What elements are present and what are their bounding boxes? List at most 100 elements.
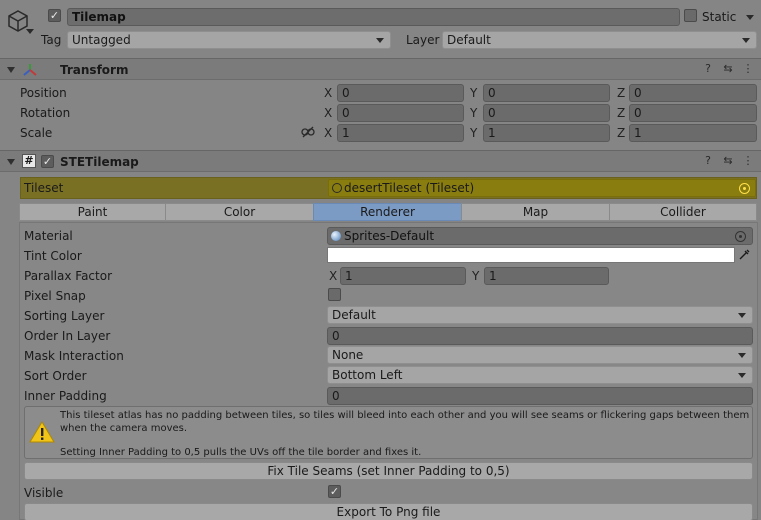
tileset-asset-icon xyxy=(332,183,342,193)
tab-map[interactable]: Map xyxy=(461,203,610,221)
kebab-menu-icon[interactable]: ⋮ xyxy=(742,155,754,167)
presets-icon[interactable]: ⇆ xyxy=(722,63,734,75)
position-y-field[interactable]: 0 xyxy=(483,84,610,102)
warning-text-1: This tileset atlas has no padding betwee… xyxy=(60,410,750,434)
parallax-y-field[interactable]: 1 xyxy=(484,267,609,285)
fix-tile-seams-label: Fix Tile Seams (set Inner Padding to 0,5… xyxy=(267,464,510,478)
tag-label: Tag xyxy=(41,33,62,47)
axis-y-label[interactable]: Y xyxy=(470,85,477,101)
sorting-layer-dropdown[interactable]: Default xyxy=(327,306,753,324)
tag-dropdown[interactable]: Untagged xyxy=(67,31,391,49)
transform-header[interactable]: Transform ? ⇆ ⋮ xyxy=(0,58,761,80)
sorting-layer-value: Default xyxy=(332,308,376,322)
axis-z-label[interactable]: Z xyxy=(617,125,625,141)
warning-text-2: Setting Inner Padding to 0,5 pulls the U… xyxy=(60,447,422,458)
axis-y-label[interactable]: Y xyxy=(470,105,477,121)
tab-map-label: Map xyxy=(522,205,549,219)
parallax-x-field[interactable]: 1 xyxy=(340,267,466,285)
object-name: Tilemap xyxy=(72,10,126,24)
tab-collider[interactable]: Collider xyxy=(609,203,757,221)
rotation-y-field[interactable]: 0 xyxy=(483,104,610,122)
axis-y-label[interactable]: Y xyxy=(472,268,479,284)
kebab-menu-icon[interactable]: ⋮ xyxy=(742,63,754,75)
component-enabled-checkbox[interactable]: ✓ xyxy=(41,155,54,168)
inner-padding-field[interactable]: 0 xyxy=(327,387,753,405)
axis-z-label[interactable]: Z xyxy=(617,105,625,121)
sort-order-dropdown[interactable]: Bottom Left xyxy=(327,366,753,384)
visible-checkbox[interactable]: ✓ xyxy=(328,485,341,498)
chevron-down-icon xyxy=(738,313,746,318)
scale-z-field[interactable]: 1 xyxy=(629,124,757,142)
position-x-value: 0 xyxy=(342,86,350,100)
chevron-down-icon xyxy=(376,38,384,43)
presets-icon[interactable]: ⇆ xyxy=(722,155,734,167)
axis-x-label[interactable]: X xyxy=(324,125,332,141)
position-x-field[interactable]: 0 xyxy=(337,84,464,102)
object-name-field[interactable]: Tilemap xyxy=(67,8,680,26)
position-label: Position xyxy=(20,86,67,100)
rotation-x-field[interactable]: 0 xyxy=(337,104,464,122)
inner-padding-label: Inner Padding xyxy=(24,389,107,403)
tab-color[interactable]: Color xyxy=(165,203,314,221)
active-toggle-checkbox[interactable]: ✓ xyxy=(48,9,61,22)
tab-paint[interactable]: Paint xyxy=(19,203,166,221)
object-picker-icon[interactable] xyxy=(735,231,746,242)
position-z-value: 0 xyxy=(634,86,642,100)
icon-dropdown-caret[interactable] xyxy=(26,29,34,34)
transform-title: Transform xyxy=(60,63,129,77)
sort-order-label: Sort Order xyxy=(24,369,87,383)
pixel-snap-checkbox[interactable] xyxy=(328,288,341,301)
material-value: Sprites-Default xyxy=(344,229,435,243)
material-field[interactable]: Sprites-Default xyxy=(327,227,753,245)
sorting-layer-label: Sorting Layer xyxy=(24,309,105,323)
axis-x-label[interactable]: X xyxy=(329,268,337,284)
position-y-value: 0 xyxy=(488,86,496,100)
order-in-layer-field[interactable]: 0 xyxy=(327,327,753,345)
parallax-x-value: 1 xyxy=(345,269,353,283)
rotation-x-value: 0 xyxy=(342,106,350,120)
warning-icon xyxy=(29,421,55,443)
scale-z-value: 1 xyxy=(634,126,642,140)
tab-renderer[interactable]: Renderer xyxy=(313,203,462,221)
static-checkbox[interactable] xyxy=(684,9,697,22)
foldout-arrow-icon[interactable] xyxy=(7,159,15,165)
fix-tile-seams-button[interactable]: Fix Tile Seams (set Inner Padding to 0,5… xyxy=(24,462,753,480)
axis-z-label[interactable]: Z xyxy=(617,85,625,101)
layer-value: Default xyxy=(447,33,491,47)
scale-x-field[interactable]: 1 xyxy=(337,124,464,142)
axis-y-label[interactable]: Y xyxy=(470,125,477,141)
chevron-down-icon xyxy=(738,353,746,358)
rotation-z-field[interactable]: 0 xyxy=(629,104,757,122)
tileset-value: desertTileset (Tileset) xyxy=(344,181,475,195)
visible-label: Visible xyxy=(24,486,64,500)
unlink-icon[interactable] xyxy=(301,126,315,138)
position-z-field[interactable]: 0 xyxy=(629,84,757,102)
rotation-z-value: 0 xyxy=(634,106,642,120)
object-picker-icon[interactable] xyxy=(739,183,750,194)
export-to-png-button[interactable]: Export To Png file xyxy=(24,503,753,520)
scale-y-value: 1 xyxy=(488,126,496,140)
ste-tilemap-header[interactable]: # ✓ STETilemap ? ⇆ ⋮ xyxy=(0,150,761,172)
tileset-field[interactable]: desertTileset (Tileset) xyxy=(328,179,756,197)
axis-x-label[interactable]: X xyxy=(324,105,332,121)
static-dropdown-caret[interactable] xyxy=(746,15,754,20)
tileset-label: Tileset xyxy=(24,181,64,195)
axis-x-label[interactable]: X xyxy=(324,85,332,101)
parallax-y-value: 1 xyxy=(489,269,497,283)
help-icon[interactable]: ? xyxy=(702,63,714,75)
inner-padding-warning-box: This tileset atlas has no padding betwee… xyxy=(24,406,753,459)
help-icon[interactable]: ? xyxy=(702,155,714,167)
material-label: Material xyxy=(24,229,73,243)
eyedropper-icon[interactable] xyxy=(737,247,752,262)
foldout-arrow-icon[interactable] xyxy=(7,67,15,73)
export-to-png-label: Export To Png file xyxy=(336,505,441,519)
mask-interaction-dropdown[interactable]: None xyxy=(327,346,753,364)
layer-dropdown[interactable]: Default xyxy=(442,31,757,49)
chevron-down-icon xyxy=(738,373,746,378)
material-sphere-icon xyxy=(331,231,341,241)
tint-color-swatch[interactable] xyxy=(327,247,735,263)
tint-color-label: Tint Color xyxy=(24,249,82,263)
scale-x-value: 1 xyxy=(342,126,350,140)
inner-padding-value: 0 xyxy=(332,389,340,403)
scale-y-field[interactable]: 1 xyxy=(483,124,610,142)
